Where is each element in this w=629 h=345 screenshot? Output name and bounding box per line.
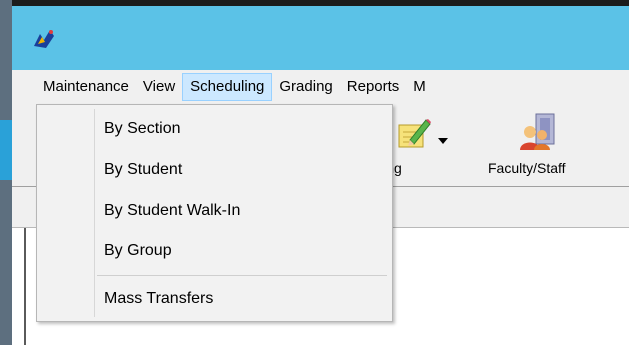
menu-bar: Maintenance View Scheduling Grading Repo… <box>12 70 629 104</box>
scheduling-dropdown-menu: By Section By Student By Student Walk-In… <box>36 104 393 322</box>
menu-grading[interactable]: Grading <box>272 73 339 101</box>
title-bar[interactable] <box>12 0 629 70</box>
menu-maintenance[interactable]: Maintenance <box>36 73 136 101</box>
app-icon <box>34 30 54 48</box>
menu-item-mass-transfers[interactable]: Mass Transfers <box>104 287 213 311</box>
menu-reports[interactable]: Reports <box>340 73 407 101</box>
chevron-down-icon[interactable] <box>438 138 448 144</box>
faculty-staff-toolbar-button[interactable]: Faculty/Staff <box>482 110 612 190</box>
menu-scheduling[interactable]: Scheduling <box>182 73 273 101</box>
menu-icon-gutter <box>94 109 95 317</box>
faculty-staff-icon <box>520 113 555 150</box>
menu-separator <box>97 275 387 276</box>
taskbar-accent <box>0 120 12 180</box>
menu-item-by-student-walk-in[interactable]: By Student Walk-In <box>104 199 240 223</box>
faculty-staff-button-label: Faculty/Staff <box>488 160 566 176</box>
desktop-background <box>0 0 12 345</box>
pencil-paper-icon <box>398 119 431 148</box>
menu-item-by-group[interactable]: By Group <box>104 239 172 263</box>
content-panel-edge <box>24 228 26 345</box>
menu-item-by-student[interactable]: By Student <box>104 158 182 182</box>
menu-item-by-section[interactable]: By Section <box>104 117 180 141</box>
menu-view[interactable]: View <box>136 73 182 101</box>
menu-truncated[interactable]: M <box>406 73 433 101</box>
